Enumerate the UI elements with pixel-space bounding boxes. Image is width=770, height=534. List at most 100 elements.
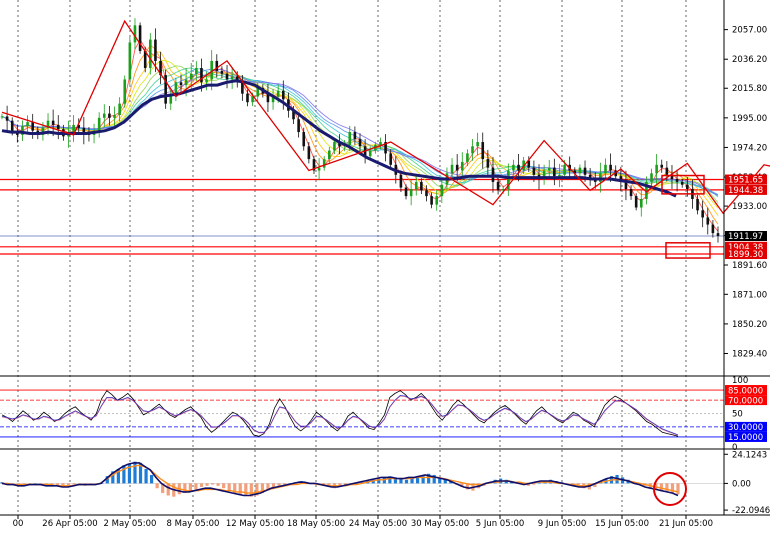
candle-body bbox=[665, 167, 669, 175]
candle-body bbox=[302, 132, 306, 147]
macd-histogram-bar bbox=[238, 483, 242, 495]
y-tick-label: 1995.00 bbox=[732, 114, 767, 124]
macd-histogram-bar bbox=[227, 483, 231, 491]
candle-body bbox=[686, 184, 689, 189]
candle-body bbox=[660, 164, 664, 168]
candle-body bbox=[466, 153, 469, 162]
macd-histogram-bar bbox=[216, 483, 220, 486]
candle-body bbox=[149, 39, 152, 69]
x-tick-label: 30 May 05:00 bbox=[411, 519, 469, 529]
oscillator-line bbox=[1, 394, 679, 436]
grid bbox=[17, 0, 687, 515]
candle-body bbox=[220, 70, 224, 74]
macd-histogram-bar bbox=[415, 477, 420, 484]
moving-average-line bbox=[1, 79, 677, 198]
macd-histogram-bar bbox=[133, 461, 137, 484]
candle-body bbox=[414, 181, 418, 189]
candle-body bbox=[225, 73, 229, 80]
y-tick-label: 1933.00 bbox=[732, 202, 767, 212]
x-tick-label: 15 Jun 05:00 bbox=[595, 519, 649, 529]
oscillator-tick-label: 100 bbox=[732, 376, 748, 386]
highlight-circle bbox=[653, 472, 687, 506]
candle-body bbox=[481, 142, 485, 160]
oscillator-panel[interactable] bbox=[0, 389, 724, 438]
candle-body bbox=[547, 167, 551, 171]
candle-body bbox=[583, 167, 587, 175]
x-tick-label: 21 Jun 05:00 bbox=[659, 519, 713, 529]
macd-histogram-bar bbox=[144, 468, 148, 484]
candle-body bbox=[102, 113, 106, 118]
candle-body bbox=[655, 164, 658, 174]
candle-body bbox=[634, 196, 638, 208]
macd-histogram-bar bbox=[194, 483, 198, 490]
y-tick-label: 2057.00 bbox=[732, 26, 767, 36]
candle-body bbox=[399, 174, 403, 188]
candle-body bbox=[154, 39, 157, 61]
oscillator-tick-label: 30.0000 bbox=[728, 423, 763, 433]
y-tick-label: 1871.00 bbox=[732, 290, 767, 300]
macd-histogram-bar bbox=[199, 483, 204, 488]
candle-body bbox=[108, 113, 111, 118]
candle-body bbox=[512, 164, 515, 171]
candle-body bbox=[307, 146, 311, 160]
macd-histogram-bar bbox=[188, 483, 192, 491]
candle-body bbox=[348, 132, 352, 145]
oscillator-tick-label: 50 bbox=[732, 410, 743, 420]
candle-body bbox=[404, 187, 408, 197]
macd-histogram-bar bbox=[665, 483, 669, 492]
candle-body bbox=[353, 132, 357, 140]
y-tick-label: 2015.80 bbox=[732, 84, 767, 94]
candle-body bbox=[711, 224, 715, 234]
level-label: 1951.65 bbox=[728, 176, 763, 186]
highlight-box bbox=[665, 242, 711, 259]
candle-body bbox=[696, 198, 699, 211]
candle-body bbox=[476, 142, 479, 147]
level-label: 1899.30 bbox=[728, 250, 763, 260]
macd-histogram-bar bbox=[222, 483, 226, 489]
candle-body bbox=[368, 150, 372, 157]
x-tick-label: 18 May 05:00 bbox=[287, 519, 345, 529]
candle-body bbox=[0, 116, 4, 118]
candle-body bbox=[205, 79, 208, 83]
y-tick-label: 2036.20 bbox=[732, 55, 767, 65]
candle-body bbox=[276, 90, 280, 97]
candle-body bbox=[629, 189, 633, 197]
candle-body bbox=[379, 142, 382, 145]
candle-body bbox=[200, 68, 203, 83]
macd-histogram-bar bbox=[404, 479, 409, 484]
oscillator-tick-label: 15.0000 bbox=[728, 433, 763, 443]
candle-body bbox=[604, 164, 607, 174]
candle-body bbox=[435, 196, 439, 205]
macd-tick-label: -22.0946 bbox=[732, 506, 770, 516]
macd-histogram-bar bbox=[676, 483, 680, 495]
x-tick-label: 00 bbox=[13, 519, 24, 529]
candle-body bbox=[113, 115, 116, 118]
candle-body bbox=[701, 210, 704, 218]
candle-body bbox=[138, 25, 142, 51]
candle-body bbox=[455, 164, 459, 171]
x-tick-label: 5 Jun 05:00 bbox=[476, 519, 525, 529]
macd-histogram-bar bbox=[155, 483, 159, 489]
candle-body bbox=[56, 124, 60, 130]
candle-body bbox=[118, 103, 121, 115]
candle-body bbox=[246, 93, 249, 103]
macd-panel[interactable] bbox=[0, 461, 724, 506]
candle-body bbox=[72, 124, 75, 133]
candle-body bbox=[281, 90, 285, 100]
candle-body bbox=[31, 122, 34, 131]
oscillator-tick-label: 70.0000 bbox=[728, 396, 763, 406]
candle-body bbox=[389, 153, 392, 165]
x-tick-label: 8 May 05:00 bbox=[167, 519, 220, 529]
y-tick-label: 1891.60 bbox=[732, 261, 767, 271]
candle-body bbox=[558, 174, 561, 177]
candle-body bbox=[5, 116, 9, 121]
price-panel[interactable] bbox=[0, 18, 770, 259]
candle-body bbox=[333, 142, 336, 151]
candle-body bbox=[184, 79, 188, 86]
candle-body bbox=[675, 179, 679, 182]
macd-tick-label: 0.00 bbox=[732, 479, 751, 489]
candle-body bbox=[517, 164, 520, 171]
x-tick-label: 9 Jun 05:00 bbox=[538, 519, 587, 529]
candle-body bbox=[241, 82, 244, 94]
candle-body bbox=[563, 164, 566, 175]
